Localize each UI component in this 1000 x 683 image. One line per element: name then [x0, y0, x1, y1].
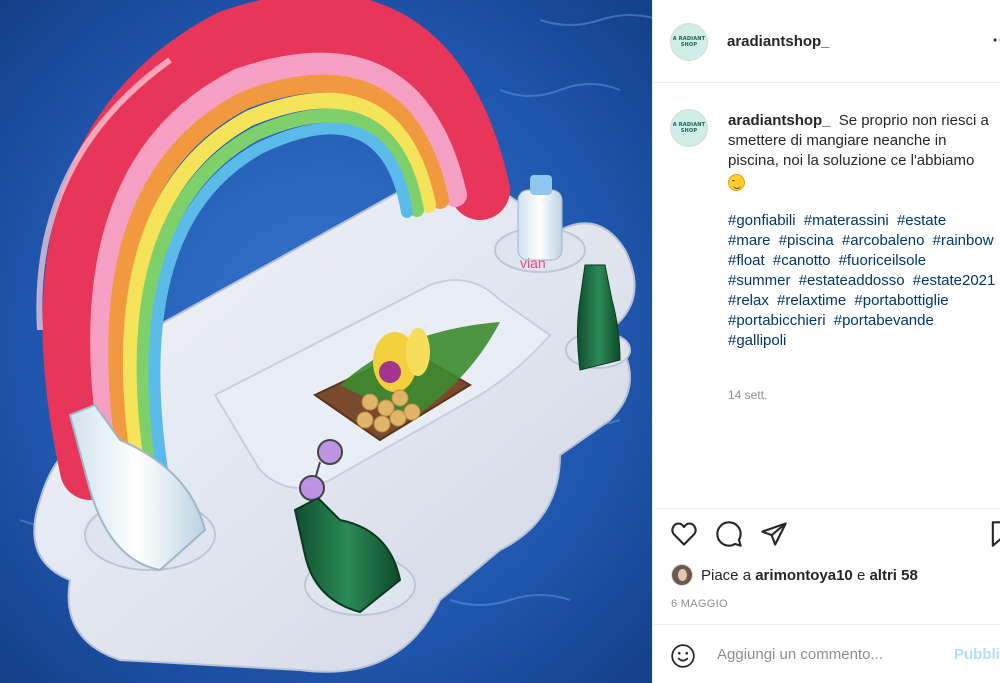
hashtag-link[interactable]: #piscina — [779, 232, 834, 249]
more-options-icon[interactable]: ⋯ — [992, 30, 1000, 51]
save-button[interactable] — [987, 520, 1000, 552]
hashtag-link[interactable]: #portabevande — [834, 312, 934, 329]
caption-username[interactable]: aradiantshop_ — [728, 112, 831, 129]
hashtag-link[interactable]: #float — [728, 252, 765, 269]
hashtag-link[interactable]: #arcobaleno — [842, 232, 925, 249]
hashtag-link[interactable]: #gonfiabili — [728, 212, 796, 229]
hashtag-list: #gonfiabili #materassini #estate #mare #… — [728, 211, 1000, 351]
likes-user-link[interactable]: arimontoya10 — [755, 567, 853, 584]
comment-bubble-icon — [716, 521, 742, 547]
publish-button[interactable]: Pubblica — [954, 646, 1000, 663]
comment-input[interactable]: Aggiungi un commento... — [717, 646, 883, 663]
likes-summary: Piace a arimontoya10 e altri 58 — [671, 563, 918, 587]
caption-time[interactable]: 14 sett. — [728, 388, 767, 402]
post-header: A RADIANT SHOP aradiantshop_ ⋯ — [653, 0, 1000, 83]
post-caption: aradiantshop_ Se proprio non riesci a sm… — [728, 111, 998, 191]
hashtag-link[interactable]: #gallipoli — [728, 332, 786, 349]
likes-others-link[interactable]: altri 58 — [869, 567, 917, 584]
share-button[interactable] — [760, 520, 792, 552]
hashtag-link[interactable]: #estate2021 — [913, 272, 996, 289]
hashtag-link[interactable]: #portabicchieri — [728, 312, 826, 329]
paper-plane-icon — [761, 522, 787, 546]
hashtag-link[interactable]: #estate — [897, 212, 946, 229]
account-username[interactable]: aradiantshop_ — [727, 33, 830, 50]
post-side-panel: A RADIANT SHOP aradiantshop_ ⋯ A RADIANT… — [652, 0, 1000, 683]
emoji-picker-button[interactable] — [670, 643, 696, 674]
comment-bar: Aggiungi un commento... Pubblica — [653, 624, 1000, 683]
post-photo[interactable]: vian — [0, 0, 652, 683]
like-button[interactable] — [670, 520, 702, 552]
likes-prefix: Piace a — [701, 566, 752, 584]
bottle-label-text: vian — [520, 255, 546, 271]
hashtag-link[interactable]: #materassini — [804, 212, 889, 229]
hashtag-link[interactable]: #summer — [728, 272, 791, 289]
caption-avatar-logo-text: A RADIANT SHOP — [672, 122, 706, 134]
smiley-icon — [671, 644, 695, 668]
heart-icon — [671, 522, 697, 546]
inflatable-rainbow-float-image: vian — [0, 0, 652, 683]
likes-middle: e — [856, 566, 866, 584]
hashtag-link[interactable]: #estateaddosso — [799, 272, 905, 289]
hashtag-link[interactable]: #relax — [728, 292, 769, 309]
account-avatar[interactable]: A RADIANT SHOP — [670, 23, 708, 61]
hashtag-link[interactable]: #canotto — [773, 252, 831, 269]
hashtag-link[interactable]: #portabottiglie — [854, 292, 948, 309]
hashtag-link[interactable]: #relaxtime — [777, 292, 846, 309]
actions-divider — [653, 508, 1000, 509]
bookmark-icon — [991, 521, 1000, 547]
yum-face-emoji-icon — [728, 173, 745, 191]
hashtag-link[interactable]: #mare — [728, 232, 771, 249]
liker-avatar[interactable] — [671, 564, 693, 586]
post-date[interactable]: 6 MAGGIO — [671, 598, 728, 610]
avatar-logo-text: A RADIANT SHOP — [672, 36, 706, 48]
hashtag-link[interactable]: #rainbow — [933, 232, 994, 249]
caption-avatar[interactable]: A RADIANT SHOP — [670, 109, 708, 147]
hashtag-link[interactable]: #fuoriceilsole — [839, 252, 927, 269]
comment-button[interactable] — [715, 520, 747, 552]
